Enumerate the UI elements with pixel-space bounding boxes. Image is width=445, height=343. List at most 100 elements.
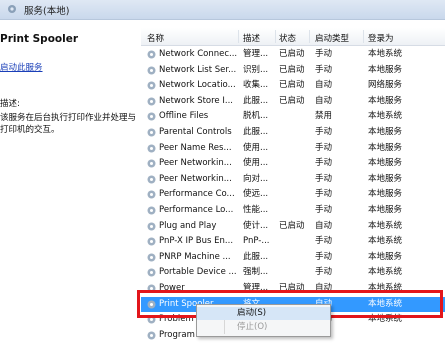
cell-logon: 网络服务 [368, 80, 403, 91]
column-status[interactable]: 状态 [279, 32, 296, 44]
cell-logon: 本地系统 [368, 236, 403, 247]
cell-startup: 禁用 [315, 111, 333, 122]
cell-logon: 本地服务 [368, 251, 403, 262]
cell-status: 已启动 [279, 49, 305, 59]
cell-desc: PnP-... [243, 236, 270, 247]
cell-desc: 识别... [243, 64, 269, 75]
cell-startup: 手动 [315, 189, 333, 200]
cell-desc: 使远... [243, 189, 269, 200]
table-row[interactable]: Offline Files 脱机... 禁用 本地系统 [141, 109, 445, 124]
cell-desc: 性能... [243, 205, 269, 215]
cell-name: Peer Networkin... [159, 173, 232, 184]
service-gear-icon [147, 268, 156, 277]
cell-name: Network Locatio... [159, 80, 236, 91]
table-row[interactable]: Peer Networkin... 使用... 手动 本地服务 [141, 156, 445, 171]
cell-startup: 手动 [315, 64, 333, 75]
cell-logon: 本地服务 [368, 173, 403, 184]
cell-logon: 本地系统 [368, 49, 403, 59]
cell-startup: 自动 [315, 220, 333, 231]
table-row[interactable]: Parental Controls 此服... 手动 本地服务 [141, 125, 445, 140]
services-gear-icon [8, 5, 16, 13]
table-row[interactable]: Plug and Play 使计... 已启动 自动 本地系统 [141, 219, 445, 234]
context-menu: 启动(S) 停止(O) [196, 304, 331, 337]
column-name[interactable]: 名称 [147, 32, 164, 44]
cell-status: 已启动 [279, 80, 305, 91]
service-gear-icon [147, 206, 156, 215]
cell-desc: 向对... [243, 173, 269, 184]
window-title: 服务(本地) [24, 6, 70, 17]
table-row[interactable]: PnP-X IP Bus En... PnP-... 手动 本地系统 [141, 234, 445, 249]
description-text: 该服务在后台执行打印作业并处理与打印机的交互。 [0, 113, 137, 135]
cell-name: Network List Ser... [159, 64, 237, 75]
cell-desc: 此服... [243, 95, 269, 106]
cell-startup: 自动 [315, 95, 333, 106]
service-gear-icon [147, 97, 156, 106]
cell-startup: 手动 [315, 251, 333, 262]
table-row[interactable]: PNRP Machine ... 此服... 手动 本地服务 [141, 250, 445, 265]
description-label: 描述: [0, 99, 20, 109]
table-row[interactable]: Network Locatio... 收集... 已启动 自动 网络服务 [141, 78, 445, 93]
column-startup-type[interactable]: 启动类型 [315, 32, 349, 44]
cell-startup: 手动 [315, 142, 333, 153]
table-row[interactable]: Performance Co... 使远... 手动 本地服务 [141, 187, 445, 202]
cell-desc: 脱机... [243, 111, 269, 122]
cell-desc: 使计... [243, 220, 269, 231]
cell-name: Peer Name Res... [159, 142, 232, 153]
cell-logon: 本地服务 [368, 127, 403, 137]
column-description[interactable]: 描述 [243, 32, 260, 44]
cell-startup: 手动 [315, 49, 333, 59]
cell-desc: 管理... [243, 49, 269, 59]
cell-startup: 手动 [315, 173, 333, 184]
table-row[interactable]: Performance Lo... 性能... 手动 本地服务 [141, 203, 445, 218]
menu-item-stop[interactable]: 停止(O) [197, 321, 330, 334]
cell-logon: 本地系统 [368, 267, 403, 278]
cell-name: Plug and Play [159, 220, 217, 231]
service-gear-icon [147, 331, 156, 340]
cell-startup: 手动 [315, 158, 333, 169]
window-titlebar: 服务(本地) [0, 0, 445, 20]
cell-status: 已启动 [279, 95, 305, 106]
cell-name: Network Store I... [159, 95, 233, 106]
cell-name: Network Connec... [159, 49, 238, 59]
table-row[interactable]: Portable Device ... 强制... 手动 本地系统 [141, 265, 445, 280]
table-row[interactable]: Network Store I... 此服... 已启动 自动 本地服务 [141, 94, 445, 109]
cell-desc: 强制... [243, 267, 269, 278]
service-gear-icon [147, 81, 156, 90]
cell-desc: 此服... [243, 127, 269, 137]
cell-name: Peer Networkin... [159, 158, 232, 169]
cell-name: Performance Co... [159, 189, 235, 200]
cell-desc: 此服... [243, 251, 269, 262]
cell-startup: 手动 [315, 205, 333, 215]
service-gear-icon [147, 222, 156, 231]
cell-logon: 本地系统 [368, 220, 403, 231]
cell-logon: 本地服务 [368, 189, 403, 200]
cell-name: Performance Lo... [159, 205, 234, 215]
start-service-link[interactable]: 启动此服务 [0, 63, 43, 73]
service-title: Print Spooler [0, 33, 79, 45]
cell-desc: 使用... [243, 158, 269, 169]
service-gear-icon [147, 144, 156, 153]
services-list: 名称 描述 状态 启动类型 登录为 Network Connec... 管理...… [141, 28, 445, 340]
table-row[interactable]: Network Connec... 管理... 已启动 手动 本地系统 [141, 47, 445, 62]
table-row[interactable]: Network List Ser... 识别... 已启动 手动 本地服务 [141, 63, 445, 78]
cell-desc: 使用... [243, 142, 269, 153]
table-row[interactable]: Peer Networkin... 向对... 手动 本地服务 [141, 172, 445, 187]
menu-item-start[interactable]: 启动(S) [197, 307, 330, 320]
service-gear-icon [147, 175, 156, 184]
start-service-link-wrap: 启动此服务 [0, 61, 43, 73]
service-gear-icon [147, 237, 156, 246]
service-gear-icon [147, 66, 156, 75]
cell-desc: 收集... [243, 80, 269, 91]
cell-logon: 本地系统 [368, 111, 403, 122]
column-logon-as[interactable]: 登录为 [368, 32, 394, 44]
cell-name: Portable Device ... [159, 267, 237, 278]
cell-startup: 自动 [315, 80, 333, 91]
cell-name: Offline Files [159, 111, 209, 122]
cell-logon: 本地服务 [368, 142, 403, 153]
service-gear-icon [147, 159, 156, 168]
table-row[interactable]: Peer Name Res... 使用... 手动 本地服务 [141, 141, 445, 156]
cell-startup: 手动 [315, 267, 333, 278]
cell-name: PnP-X IP Bus En... [159, 236, 234, 247]
service-gear-icon [147, 112, 156, 121]
cell-name: Parental Controls [159, 127, 232, 137]
